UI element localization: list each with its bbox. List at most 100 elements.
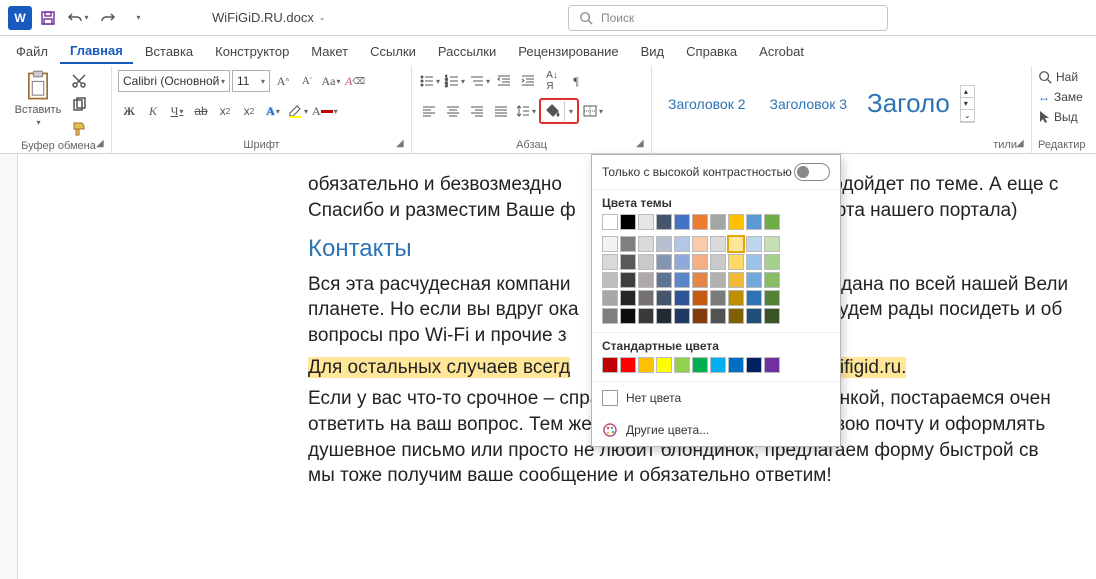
color-swatch[interactable] (674, 236, 690, 252)
styles-gallery-scroll[interactable]: ▴▾⌄ (960, 85, 975, 123)
color-swatch[interactable] (692, 254, 708, 270)
color-swatch[interactable] (728, 357, 744, 373)
line-spacing-button[interactable]: ▾ (514, 100, 537, 122)
tab-help[interactable]: Справка (676, 40, 747, 63)
color-swatch[interactable] (764, 214, 780, 230)
color-swatch[interactable] (746, 272, 762, 288)
color-swatch[interactable] (692, 214, 708, 230)
bold-button[interactable]: Ж (118, 100, 140, 122)
italic-button[interactable]: К (142, 100, 164, 122)
tab-references[interactable]: Ссылки (360, 40, 426, 63)
tab-home[interactable]: Главная (60, 39, 133, 64)
tab-layout[interactable]: Макет (301, 40, 358, 63)
replace-button[interactable]: ↔Заме (1038, 88, 1084, 106)
color-swatch[interactable] (638, 254, 654, 270)
style-heading-big[interactable]: Заголо (861, 88, 956, 119)
color-swatch[interactable] (710, 308, 726, 324)
color-swatch[interactable] (746, 236, 762, 252)
justify-button[interactable] (490, 100, 512, 122)
color-swatch[interactable] (710, 272, 726, 288)
tab-file[interactable]: Файл (6, 40, 58, 63)
color-swatch[interactable] (602, 254, 618, 270)
format-painter-button[interactable] (68, 118, 90, 140)
document-body[interactable]: обязательно и безвозмездноподойдет по те… (0, 154, 1096, 579)
font-size-select[interactable]: 11▾ (232, 70, 270, 92)
strikethrough-button[interactable]: ab (190, 100, 212, 122)
copy-button[interactable] (68, 94, 90, 116)
color-swatch[interactable] (602, 290, 618, 306)
align-left-button[interactable] (418, 100, 440, 122)
shading-dropdown[interactable]: ▾ (564, 101, 576, 121)
shading-button[interactable] (542, 101, 564, 121)
tab-acrobat[interactable]: Acrobat (749, 40, 814, 63)
tab-design[interactable]: Конструктор (205, 40, 299, 63)
color-swatch[interactable] (620, 290, 636, 306)
color-swatch[interactable] (692, 357, 708, 373)
color-swatch[interactable] (746, 254, 762, 270)
show-marks-button[interactable]: ¶ (565, 70, 587, 92)
color-swatch[interactable] (746, 308, 762, 324)
clear-format-button[interactable]: A⌫ (344, 70, 366, 92)
color-swatch[interactable] (656, 236, 672, 252)
find-button[interactable]: Най (1038, 68, 1084, 86)
paragraph-dialog-launcher[interactable]: ◢ (636, 138, 648, 150)
redo-button[interactable] (94, 4, 122, 32)
underline-button[interactable]: Ч▾ (166, 100, 188, 122)
color-swatch[interactable] (764, 308, 780, 324)
cut-button[interactable] (68, 70, 90, 92)
tab-view[interactable]: Вид (631, 40, 675, 63)
color-swatch[interactable] (638, 290, 654, 306)
search-box[interactable]: Поиск (568, 5, 888, 31)
color-swatch[interactable] (710, 254, 726, 270)
color-swatch[interactable] (638, 214, 654, 230)
multilevel-button[interactable]: ▾ (468, 70, 491, 92)
color-swatch[interactable] (674, 308, 690, 324)
tab-mailings[interactable]: Рассылки (428, 40, 506, 63)
color-swatch[interactable] (674, 290, 690, 306)
color-swatch[interactable] (674, 214, 690, 230)
color-swatch[interactable] (638, 357, 654, 373)
document-title[interactable]: WiFiGiD.RU.docx⌄ (212, 10, 326, 25)
color-swatch[interactable] (602, 357, 618, 373)
grow-font-button[interactable]: A^ (272, 70, 294, 92)
no-color-item[interactable]: Нет цвета (592, 382, 840, 414)
color-swatch[interactable] (728, 272, 744, 288)
color-swatch[interactable] (656, 290, 672, 306)
decrease-indent-button[interactable] (493, 70, 515, 92)
color-swatch[interactable] (674, 357, 690, 373)
qat-more[interactable]: ▾ (124, 4, 152, 32)
color-swatch[interactable] (692, 236, 708, 252)
color-swatch[interactable] (656, 272, 672, 288)
color-swatch[interactable] (710, 357, 726, 373)
color-swatch[interactable] (728, 290, 744, 306)
color-swatch[interactable] (674, 254, 690, 270)
color-swatch[interactable] (602, 236, 618, 252)
color-swatch[interactable] (620, 357, 636, 373)
color-swatch[interactable] (620, 254, 636, 270)
sort-button[interactable]: А↓Я (541, 70, 563, 92)
color-swatch[interactable] (638, 272, 654, 288)
color-swatch[interactable] (746, 357, 762, 373)
color-swatch[interactable] (692, 272, 708, 288)
align-right-button[interactable] (466, 100, 488, 122)
color-swatch[interactable] (710, 290, 726, 306)
text-effects-button[interactable]: A▾ (262, 100, 284, 122)
color-swatch[interactable] (692, 308, 708, 324)
color-swatch[interactable] (728, 254, 744, 270)
color-swatch[interactable] (764, 236, 780, 252)
color-swatch[interactable] (746, 290, 762, 306)
numbering-button[interactable]: 123▾ (443, 70, 466, 92)
tab-insert[interactable]: Вставка (135, 40, 203, 63)
color-swatch[interactable] (620, 214, 636, 230)
styles-dialog-launcher[interactable]: ◢ (1016, 138, 1028, 150)
highlight-button[interactable]: ▾ (286, 100, 309, 122)
tab-review[interactable]: Рецензирование (508, 40, 628, 63)
shrink-font-button[interactable]: Aˇ (296, 70, 318, 92)
color-swatch[interactable] (620, 272, 636, 288)
select-button[interactable]: Выд (1038, 108, 1084, 126)
color-swatch[interactable] (602, 308, 618, 324)
color-swatch[interactable] (764, 254, 780, 270)
color-swatch[interactable] (692, 290, 708, 306)
align-center-button[interactable] (442, 100, 464, 122)
superscript-button[interactable]: x2 (238, 100, 260, 122)
